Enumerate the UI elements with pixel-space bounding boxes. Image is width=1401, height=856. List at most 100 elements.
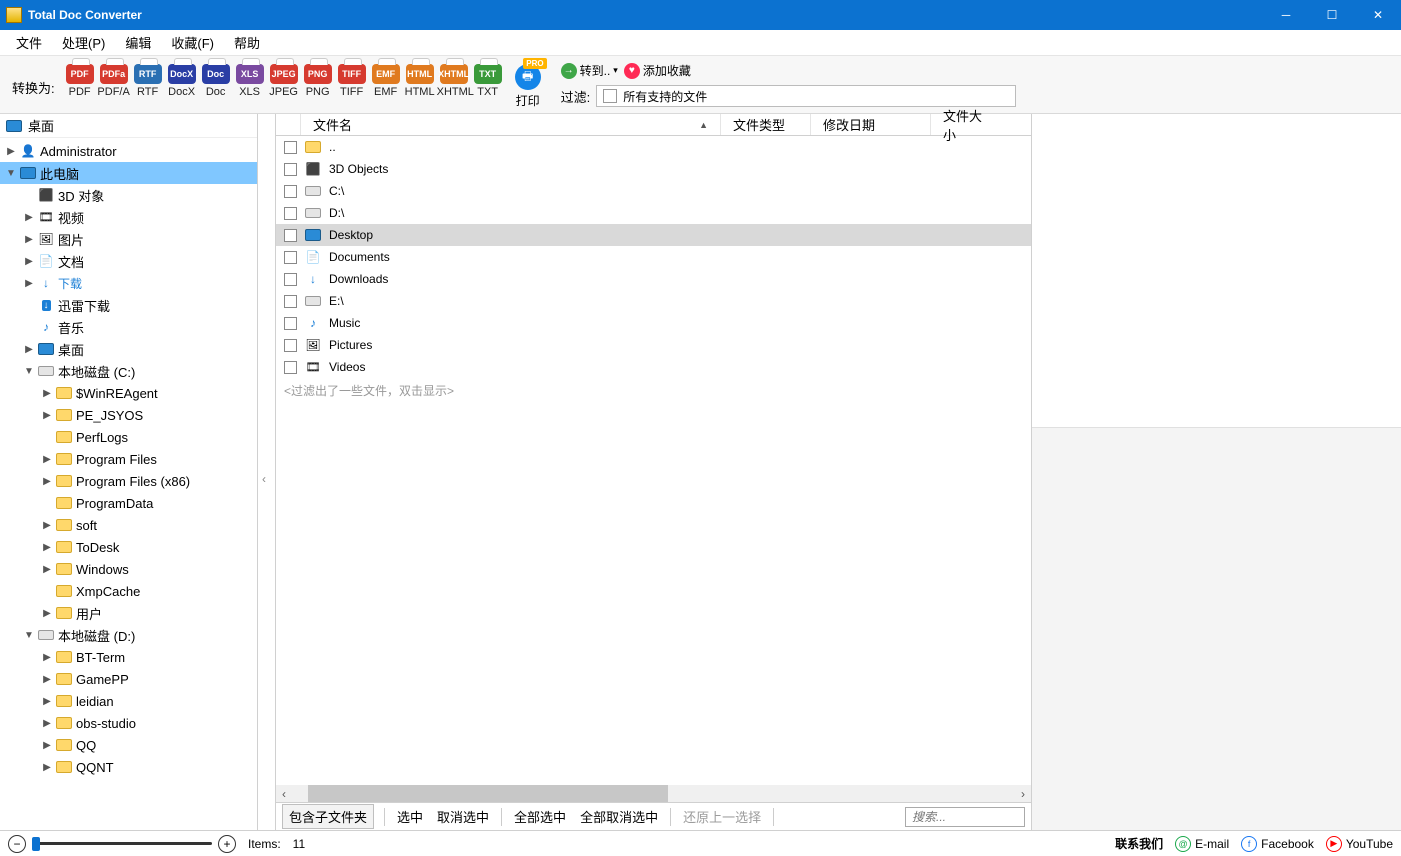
row-checkbox[interactable]: [284, 273, 297, 286]
tree-item[interactable]: ▶Program Files (x86): [0, 470, 257, 492]
row-checkbox[interactable]: [284, 229, 297, 242]
row-checkbox[interactable]: [284, 163, 297, 176]
tree-item[interactable]: ▼本地磁盘 (D:): [0, 624, 257, 646]
row-checkbox[interactable]: [284, 317, 297, 330]
email-link[interactable]: @E-mail: [1175, 836, 1229, 852]
file-row[interactable]: ♪Music: [276, 312, 1031, 334]
col-date[interactable]: 修改日期: [810, 114, 930, 135]
file-row[interactable]: C:\: [276, 180, 1031, 202]
uncheckall-button[interactable]: 全部取消选中: [578, 805, 660, 828]
maximize-button[interactable]: ☐: [1309, 0, 1355, 30]
tree-item[interactable]: ▶leidian: [0, 690, 257, 712]
format-TIFF[interactable]: TIFFTIFF: [335, 64, 369, 98]
contact-link[interactable]: 联系我们: [1115, 835, 1163, 852]
tree-item[interactable]: ▶🎞视频: [0, 206, 257, 228]
format-HTML[interactable]: HTMLHTML: [403, 64, 437, 98]
file-row[interactable]: Desktop: [276, 224, 1031, 246]
format-TXT[interactable]: TXTTXT: [471, 64, 505, 98]
tree-item[interactable]: ▶👤Administrator: [0, 140, 257, 162]
col-type[interactable]: 文件类型: [720, 114, 810, 135]
menu-编辑[interactable]: 编辑: [115, 30, 161, 55]
checkall-button[interactable]: 全部选中: [512, 805, 568, 828]
row-checkbox[interactable]: [284, 141, 297, 154]
tree-item[interactable]: ▶PE_JSYOS: [0, 404, 257, 426]
tree-item[interactable]: XmpCache: [0, 580, 257, 602]
tree-item[interactable]: ▶GamePP: [0, 668, 257, 690]
tree-item[interactable]: ▶obs-studio: [0, 712, 257, 734]
format-DocX[interactable]: DocXDocX: [165, 64, 199, 98]
youtube-link[interactable]: ▶YouTube: [1326, 836, 1393, 852]
add-favorite-button[interactable]: ♥添加收藏: [624, 62, 691, 79]
file-list[interactable]: ..⬛3D ObjectsC:\D:\Desktop📄Documents↓Dow…: [276, 136, 1031, 785]
splitter[interactable]: [258, 114, 276, 830]
file-row[interactable]: 📄Documents: [276, 246, 1031, 268]
file-row[interactable]: 🖼Pictures: [276, 334, 1031, 356]
tree-item[interactable]: PerfLogs: [0, 426, 257, 448]
col-size[interactable]: 文件大小: [930, 114, 1000, 135]
tree-item[interactable]: ▶BT-Term: [0, 646, 257, 668]
format-PDF/A[interactable]: PDFaPDF/A: [97, 64, 131, 98]
zoom-control[interactable]: − +: [8, 835, 236, 853]
check-button[interactable]: 选中: [395, 805, 425, 828]
tree-header[interactable]: 桌面: [0, 114, 257, 138]
zoom-out-icon[interactable]: −: [8, 835, 26, 853]
include-subfolders-button[interactable]: 包含子文件夹: [282, 804, 374, 829]
row-checkbox[interactable]: [284, 207, 297, 220]
tree-item[interactable]: ▶🖼图片: [0, 228, 257, 250]
file-row[interactable]: 🎞Videos: [276, 356, 1031, 378]
menu-收藏(F)[interactable]: 收藏(F): [161, 30, 224, 55]
tree-item[interactable]: ▶用户: [0, 602, 257, 624]
tree-item[interactable]: ▶Program Files: [0, 448, 257, 470]
tree-item[interactable]: ↓迅雷下载: [0, 294, 257, 316]
folder-tree[interactable]: ▶👤Administrator▼此电脑⬛3D 对象▶🎞视频▶🖼图片▶📄文档▶↓下…: [0, 138, 257, 830]
format-XHTML[interactable]: XHTMLXHTML: [437, 64, 471, 98]
file-row[interactable]: D:\: [276, 202, 1031, 224]
format-XLS[interactable]: XLSXLS: [233, 64, 267, 98]
menu-处理(P)[interactable]: 处理(P): [52, 30, 115, 55]
uncheck-button[interactable]: 取消选中: [435, 805, 491, 828]
tree-item[interactable]: ▶↓下载: [0, 272, 257, 294]
tree-item[interactable]: ▶$WinREAgent: [0, 382, 257, 404]
tree-item[interactable]: ProgramData: [0, 492, 257, 514]
format-Doc[interactable]: DocDoc: [199, 64, 233, 98]
zoom-slider[interactable]: [32, 842, 212, 845]
minimize-button[interactable]: ─: [1263, 0, 1309, 30]
file-row[interactable]: ⬛3D Objects: [276, 158, 1031, 180]
col-name[interactable]: 文件名▲: [300, 114, 720, 135]
format-PDF[interactable]: PDFPDF: [63, 64, 97, 98]
format-RTF[interactable]: RTFRTF: [131, 64, 165, 98]
col-checkbox[interactable]: [276, 114, 300, 135]
facebook-link[interactable]: fFacebook: [1241, 836, 1314, 852]
filter-combobox[interactable]: 所有支持的文件: [596, 85, 1016, 107]
zoom-in-icon[interactable]: +: [218, 835, 236, 853]
format-EMF[interactable]: EMFEMF: [369, 64, 403, 98]
tree-item[interactable]: ▶📄文档: [0, 250, 257, 272]
format-PNG[interactable]: PNGPNG: [301, 64, 335, 98]
tree-item[interactable]: ▶ToDesk: [0, 536, 257, 558]
menu-文件[interactable]: 文件: [6, 30, 52, 55]
tree-item[interactable]: ▶Windows: [0, 558, 257, 580]
tree-item[interactable]: ▼此电脑: [0, 162, 257, 184]
file-row[interactable]: E:\: [276, 290, 1031, 312]
file-row[interactable]: ↓Downloads: [276, 268, 1031, 290]
tree-item[interactable]: ⬛3D 对象: [0, 184, 257, 206]
tree-item[interactable]: ▼本地磁盘 (C:): [0, 360, 257, 382]
menu-帮助[interactable]: 帮助: [224, 30, 270, 55]
filter-hint[interactable]: <过滤出了一些文件，双击显示>: [276, 378, 1031, 403]
print-button[interactable]: PRO 🖶 打印: [511, 64, 545, 109]
row-checkbox[interactable]: [284, 251, 297, 264]
search-input[interactable]: [905, 807, 1025, 827]
tree-item[interactable]: ▶桌面: [0, 338, 257, 360]
format-JPEG[interactable]: JPEGJPEG: [267, 64, 301, 98]
horizontal-scrollbar[interactable]: ‹›: [276, 785, 1031, 802]
row-checkbox[interactable]: [284, 361, 297, 374]
tree-item[interactable]: ♪音乐: [0, 316, 257, 338]
row-checkbox[interactable]: [284, 339, 297, 352]
tree-item[interactable]: ▶soft: [0, 514, 257, 536]
tree-item[interactable]: ▶QQNT: [0, 756, 257, 778]
close-button[interactable]: ✕: [1355, 0, 1401, 30]
goto-button[interactable]: →转到..▾: [561, 62, 618, 79]
file-row[interactable]: ..: [276, 136, 1031, 158]
row-checkbox[interactable]: [284, 295, 297, 308]
tree-item[interactable]: ▶QQ: [0, 734, 257, 756]
